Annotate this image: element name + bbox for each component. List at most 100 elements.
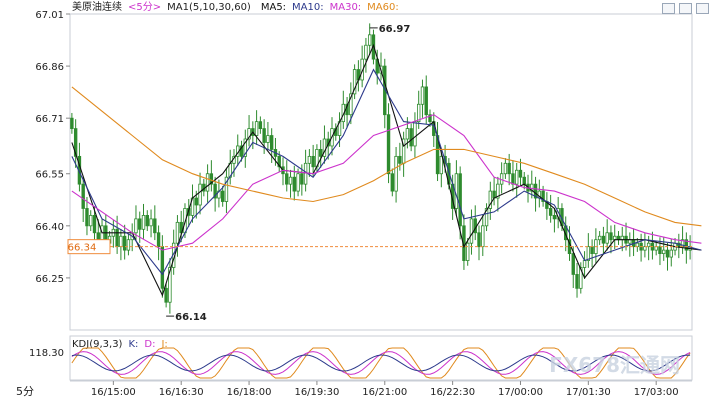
candle-body [220, 190, 225, 202]
candle-body [198, 183, 202, 206]
candle-body [477, 232, 481, 248]
candle-body [85, 208, 89, 227]
legend-item: MA10: [292, 2, 324, 13]
candle-body [81, 183, 85, 209]
candle-body [386, 114, 391, 175]
chart-canvas[interactable]: 67.01 66.86 66.71 66.55 66.40 66.25 16/15:00 16… [0, 0, 728, 400]
candle-body [662, 249, 666, 255]
y-tick-label: 66.25 [35, 274, 64, 285]
candle-body [658, 246, 662, 255]
candle-body [394, 155, 398, 192]
candle-body [262, 128, 266, 143]
candle-body [194, 197, 198, 206]
candle-body [605, 232, 609, 244]
candle-body [420, 86, 425, 105]
kdj-value-label: 118.30 [29, 348, 64, 359]
candle-body [469, 218, 474, 244]
x-tick-label: 16/16:30 [159, 387, 204, 398]
candle-body [153, 218, 157, 234]
candle-body [522, 176, 526, 185]
candle-body [601, 235, 606, 244]
annotation-label: 66.14 [175, 312, 207, 323]
legend-item: MA1(5,10,30,60) [167, 2, 251, 13]
candle-body [503, 162, 508, 175]
candlestick-chart[interactable]: 67.01 66.86 66.71 66.55 66.40 66.25 16/15:00 16… [0, 0, 728, 400]
candle-body [515, 169, 519, 185]
candle-body [269, 135, 274, 150]
candle-body [119, 235, 123, 248]
candle-body [511, 173, 515, 185]
candle-body [409, 128, 413, 147]
candle-body [548, 208, 553, 216]
x-tick-label: 16/22:30 [430, 387, 475, 398]
y-tick-label: 66.55 [35, 170, 64, 181]
candle-body [307, 155, 312, 164]
candle-body [175, 221, 180, 244]
y-tick-label: 66.71 [35, 114, 64, 125]
candle-body [205, 173, 210, 192]
x-tick-label: 16/18:00 [227, 387, 272, 398]
legend-item: MA30: [330, 2, 362, 13]
legend-item: MA60: [367, 2, 399, 13]
candle-body [156, 232, 161, 248]
candle-body [296, 173, 300, 192]
candle-body [466, 242, 470, 261]
zoom-in-icon[interactable] [662, 3, 675, 14]
candle-body [458, 173, 462, 227]
candle-body [367, 34, 372, 46]
candle-body [164, 287, 168, 303]
candle-body [134, 218, 138, 234]
candle-body [145, 215, 149, 227]
candle-body [390, 173, 395, 192]
candle-body [405, 128, 410, 140]
y-tick-label: 66.40 [35, 222, 64, 233]
candle-body [398, 155, 402, 164]
candle-body [609, 232, 613, 241]
candle-body [141, 215, 146, 230]
candle-body [160, 246, 165, 289]
fullscreen-icon[interactable] [696, 3, 709, 14]
candle-body [481, 225, 485, 248]
candle-body [318, 149, 323, 157]
candle-body [92, 215, 97, 234]
candle-body [292, 176, 296, 192]
candle-body [424, 86, 428, 116]
candle-body [643, 246, 647, 251]
zoom-out-icon[interactable] [679, 3, 692, 14]
period-button: 5分 [16, 385, 34, 398]
candle-body [149, 218, 153, 227]
x-tick-label: 16/21:00 [362, 387, 407, 398]
legend-item: MA5: [261, 2, 286, 13]
watermark-logo: FX678汇通网 [549, 353, 680, 377]
candle-body [303, 162, 308, 185]
candle-body [571, 253, 575, 275]
candle-body [285, 173, 289, 185]
x-tick-label: 17/03:00 [634, 387, 679, 398]
candle-body [654, 246, 658, 251]
candle-body [413, 121, 417, 147]
annotation-label: 66.97 [379, 24, 411, 35]
candle-body [115, 228, 119, 248]
candle-body [575, 274, 579, 289]
candle-body [288, 176, 293, 185]
x-tick-label: 17/00:00 [498, 387, 543, 398]
x-tick-label: 16/15:00 [91, 387, 136, 398]
legend-item: <5分> [128, 1, 161, 13]
current-price-label: 66.34 [68, 243, 97, 254]
series-line-ma60 [71, 86, 702, 227]
candle-body [439, 155, 444, 175]
candle-body [70, 117, 74, 129]
candle-body [266, 135, 270, 143]
candle-body [254, 121, 259, 136]
x-tick-label: 17/01:30 [566, 387, 611, 398]
candle-body [669, 249, 673, 258]
candle-body [635, 242, 640, 248]
candle-body [258, 121, 263, 129]
candle-body [597, 235, 602, 241]
kdj-legend-item: D: [144, 339, 155, 350]
candle-body [96, 232, 100, 241]
series-line-ma5 [71, 43, 702, 297]
candle-body [138, 218, 142, 230]
candle-body [590, 246, 594, 255]
legend-item: 美原油连续 [72, 0, 122, 13]
